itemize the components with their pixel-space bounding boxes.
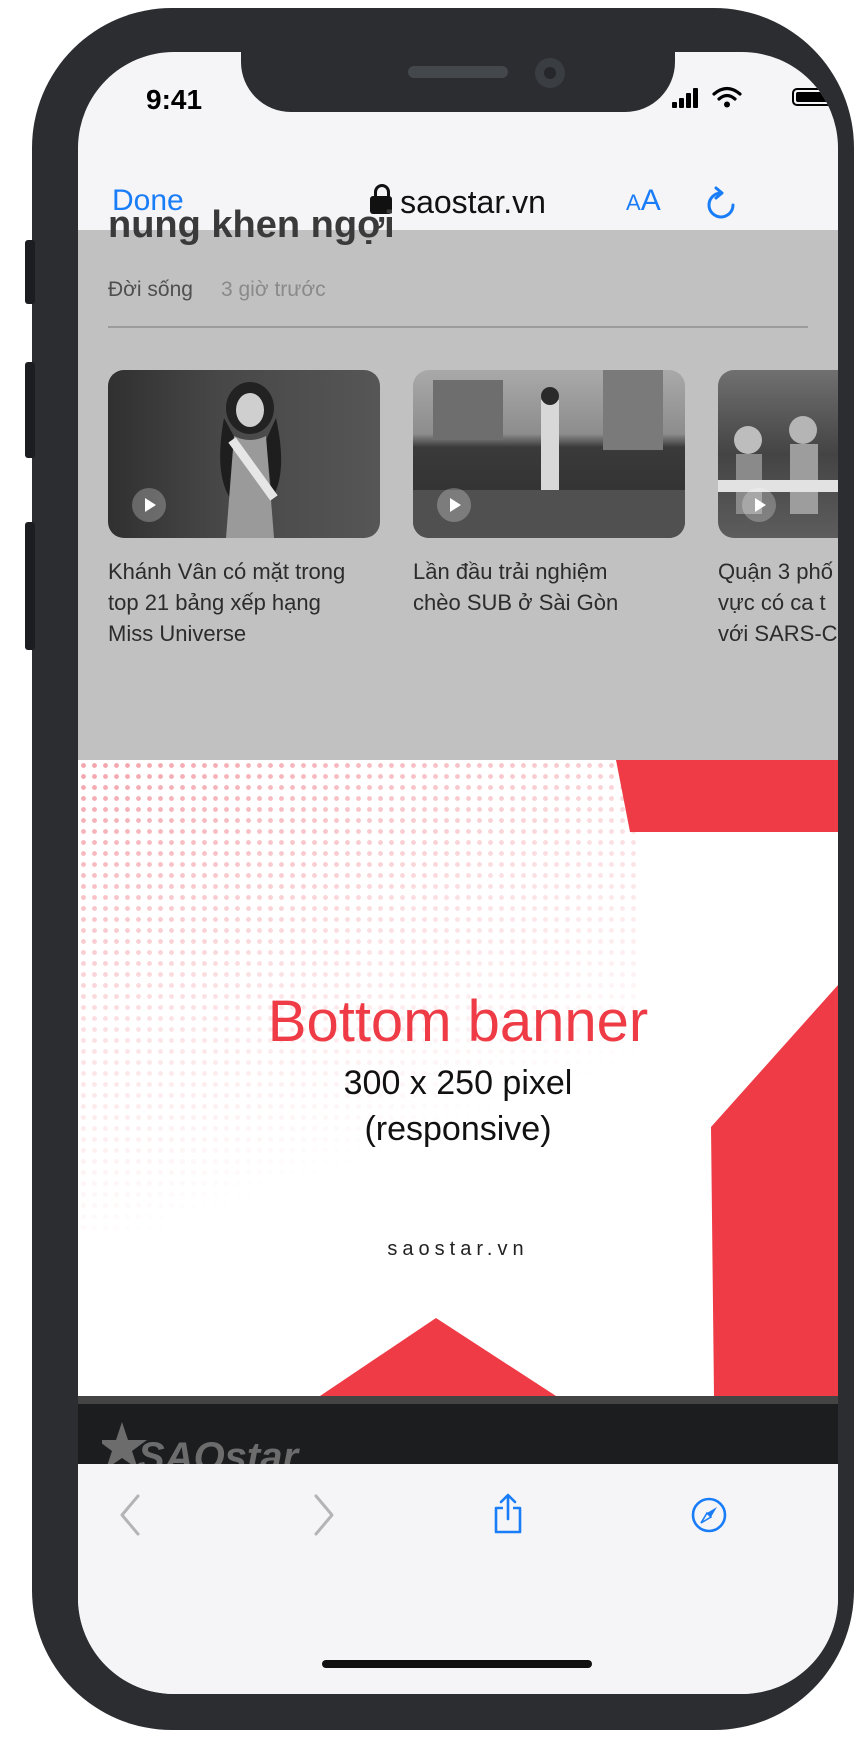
status-time: 9:41 [146,84,203,115]
related-title[interactable]: Khánh Vân có mặt trong top 21 bảng xếp hạ… [108,556,378,649]
related-card[interactable]: Lần đầu trải nghiệm chèo SUB ở Sài Gòn [413,370,685,618]
article-title[interactable]: nung khen ngợi [108,204,395,247]
web-content[interactable]: nung khen ngợi Đời sống 3 giờ trước Khán… [78,204,838,1478]
related-title[interactable]: Quận 3 phố vực có ca t với SARS-C [718,556,838,649]
mute-switch [25,240,35,304]
front-camera [535,58,565,88]
video-thumbnail[interactable] [718,370,838,538]
related-card[interactable]: Quận 3 phố vực có ca t với SARS-C [718,370,838,649]
banner-site: saostar.vn [387,1238,529,1260]
wifi-icon [712,86,742,108]
related-card[interactable]: Khánh Vân có mặt trong top 21 bảng xếp hạ… [108,370,380,649]
speaker [408,66,508,78]
reload-icon[interactable] [706,186,738,222]
banner-title: Bottom banner [267,989,649,1054]
url-text: saostar.vn [400,184,546,220]
play-icon [132,488,166,522]
play-icon [437,488,471,522]
video-thumbnail[interactable] [413,370,685,538]
volume-down-button [25,522,35,650]
banner-size: 300 x 250 pixel (responsive) [343,1064,573,1148]
woman-photo [220,382,282,538]
video-thumbnail[interactable] [108,370,380,538]
notch [241,52,675,112]
text-size-button[interactable]: AA [626,184,661,218]
site-footer: SAOstar [78,1396,838,1478]
article-meta: Đời sống 3 giờ trước [108,278,326,302]
related-title[interactable]: Lần đầu trải nghiệm chèo SUB ở Sài Gòn [413,556,683,618]
battery-icon [792,88,838,106]
chevron-left-icon[interactable] [116,1492,146,1538]
volume-up-button [25,362,35,458]
street-photo [718,416,838,514]
chevron-right-icon[interactable] [308,1492,338,1538]
screen: 9:41 Done saostar.vn AA nung khen ngợi Đ… [78,52,838,1694]
signal-icon [672,88,702,108]
compass-icon[interactable] [690,1496,728,1534]
article-time: 3 giờ trước [220,278,326,301]
ad-banner[interactable]: Bottom banner 300 x 250 pixel (responsiv… [78,760,838,1396]
share-icon[interactable] [492,1492,524,1536]
article-category[interactable]: Đời sống [108,278,193,301]
play-icon [742,488,776,522]
home-indicator[interactable] [322,1660,592,1668]
article-section: nung khen ngợi Đời sống 3 giờ trước Khán… [78,204,838,760]
divider [108,326,808,328]
